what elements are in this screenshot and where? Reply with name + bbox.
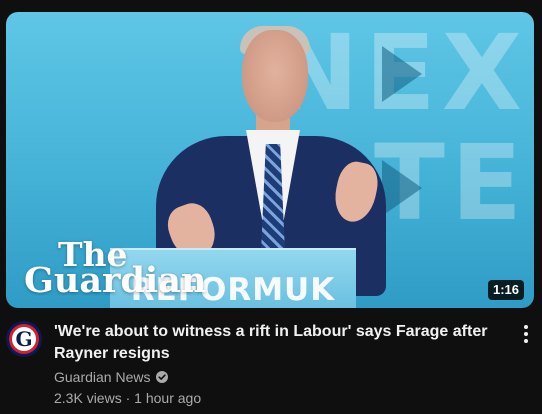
video-card: NEX TE REFORMUK The Guardian 1:16 G 'We'… bbox=[0, 0, 542, 414]
channel-avatar[interactable]: G bbox=[6, 321, 42, 357]
upload-age: 1 hour ago bbox=[134, 390, 202, 406]
video-thumbnail[interactable]: NEX TE REFORMUK The Guardian 1:16 bbox=[6, 12, 534, 308]
channel-name[interactable]: Guardian News bbox=[54, 368, 151, 386]
channel-name-row[interactable]: Guardian News bbox=[54, 368, 168, 386]
backdrop-arrow-shape bbox=[382, 46, 422, 102]
view-count: 2.3K views bbox=[54, 390, 122, 406]
stats-separator: · bbox=[125, 390, 131, 406]
video-title[interactable]: 'We're about to witness a rift in Labour… bbox=[54, 321, 490, 365]
duration-badge: 1:16 bbox=[487, 280, 524, 300]
guardian-g-icon: G bbox=[12, 327, 36, 351]
speaker-head bbox=[242, 30, 308, 122]
more-vert-icon[interactable] bbox=[514, 322, 538, 346]
verified-check-icon bbox=[155, 371, 168, 383]
video-stats: 2.3K views · 1 hour ago bbox=[54, 389, 201, 407]
backdrop-arrow-shape bbox=[382, 160, 422, 216]
